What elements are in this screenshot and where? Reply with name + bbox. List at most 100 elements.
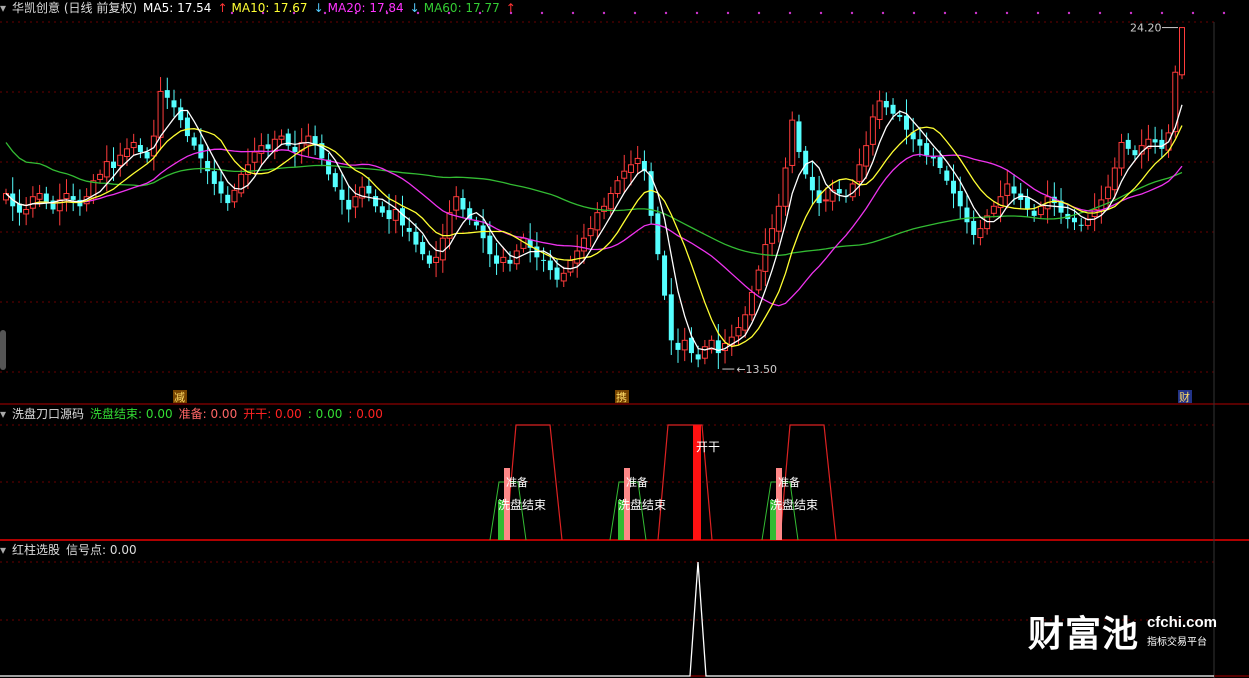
watermark: 财富池 cfchi.com 指标交易平台 <box>1028 608 1217 655</box>
top-dot-marker <box>664 11 668 15</box>
top-dot-marker <box>1067 11 1071 15</box>
top-dot-marker <box>695 11 699 15</box>
main-panel-header: ▾ 华凯创意 (日线 前复权) MA5: 17.54 ↑ MA10: 17.67 ↓ MA2… <box>0 0 526 16</box>
candle-body-up <box>755 269 762 291</box>
watermark-url: cfchi.com <box>1146 614 1217 631</box>
event-marker-label[interactable]: 减 <box>174 391 185 404</box>
candle-body-up <box>742 314 749 331</box>
candle-body-down <box>554 267 560 280</box>
candle-body-up <box>63 193 70 200</box>
candle-body-down <box>547 260 553 271</box>
wash-end-annotation: 洗盘结束 <box>770 497 818 512</box>
candle-body-down <box>218 181 224 194</box>
candle-body-up <box>587 228 594 237</box>
candle-body-up <box>876 100 883 120</box>
candle-body-up <box>607 193 614 210</box>
candle-body-down <box>715 340 721 354</box>
candle-body-up <box>36 193 43 200</box>
sub2-panel-header: ▾ 红柱选股 信号点: 0.00 <box>0 542 143 558</box>
candle-body-up <box>748 291 755 316</box>
candle-body-down <box>883 100 889 108</box>
candle-body-down <box>957 190 963 207</box>
candle-body-up <box>762 244 769 272</box>
top-dot-marker <box>1036 11 1040 15</box>
candle-body-up <box>769 228 776 244</box>
sub1-value-1: 准备: 0.00 <box>178 407 238 421</box>
chevron-down-icon[interactable]: ▾ <box>0 1 6 15</box>
wash-end-annotation: 洗盘结束 <box>618 497 666 512</box>
candle-body-up <box>150 135 157 157</box>
candle-body-up <box>782 167 789 207</box>
candle-body-up <box>97 173 104 180</box>
candle-body-up <box>863 145 870 167</box>
candle-body-down <box>695 354 701 360</box>
candle-body-up <box>433 256 440 263</box>
ma-legend-2: MA20: 17.84 <box>327 1 404 15</box>
candle-body-up <box>130 141 137 149</box>
candle-body-down <box>144 152 150 159</box>
candle-body-up <box>789 119 796 166</box>
candle-body-up <box>392 208 399 221</box>
candle-body-down <box>413 231 419 245</box>
sub1-panel-title: 洗盘刀口源码 <box>12 407 85 421</box>
candle-body-down <box>924 143 930 156</box>
chevron-down-icon[interactable]: ▾ <box>0 543 6 557</box>
candle-body-down <box>890 104 896 114</box>
candle-body-down <box>386 210 392 220</box>
candle-body-up <box>258 145 265 154</box>
ready-annotation: 准备 <box>506 475 528 489</box>
candle-body-down <box>339 189 345 200</box>
top-dot-marker <box>912 11 916 15</box>
candle-body-up <box>29 196 36 209</box>
top-dot-marker <box>1129 11 1133 15</box>
candle-body-down <box>796 121 802 153</box>
candle-body-up <box>305 135 312 146</box>
candle-body-up <box>822 199 829 202</box>
ma-arrow-icon: ↓ <box>409 1 420 15</box>
candle-body-up <box>869 116 876 145</box>
top-dot-marker <box>1160 11 1164 15</box>
top-dot-marker <box>974 11 978 15</box>
candle-body-up <box>1037 205 1044 216</box>
top-dot-marker <box>881 11 885 15</box>
candle-body-down <box>971 220 977 236</box>
scroll-handle[interactable] <box>0 330 6 370</box>
ma-arrow-icon: ↑ <box>505 1 516 15</box>
candle-body-up <box>775 205 782 232</box>
candle-body-down <box>137 145 143 153</box>
top-dot-marker <box>850 11 854 15</box>
candle-body-down <box>379 206 385 213</box>
event-marker-label[interactable]: 财 <box>1179 390 1190 404</box>
candle-body-up <box>681 339 688 351</box>
top-dot-marker <box>943 11 947 15</box>
kaigan-annotation: 开干 <box>696 440 720 454</box>
top-dot-marker <box>788 11 792 15</box>
candle-body-down <box>803 150 809 175</box>
candle-body-up <box>103 161 110 178</box>
top-dot-marker <box>819 11 823 15</box>
candle-body-down <box>903 115 909 130</box>
candle-body-down <box>184 117 190 137</box>
candle-body-down <box>897 115 903 117</box>
candle-body-up <box>352 196 359 208</box>
event-marker-label[interactable]: 携 <box>616 390 627 404</box>
candle-body-down <box>944 170 950 181</box>
candle-body-down <box>1078 224 1084 226</box>
ma-legend-0: MA5: 17.54 <box>143 1 212 15</box>
candle-body-up <box>594 212 601 231</box>
main-panel-title: 华凯创意 (日线 前复权) <box>12 1 138 15</box>
candle-body-up <box>1118 141 1125 169</box>
ma5-line <box>5 104 1183 352</box>
candle-body-up <box>238 173 245 194</box>
candle-body-down <box>917 139 923 146</box>
candle-body-down <box>211 171 217 184</box>
candle-body-down <box>373 196 379 207</box>
candle-body-up <box>567 260 574 273</box>
kline-chart[interactable]: 24.20 ←13.50 减 携 财准备洗盘结束 准备洗盘结束 准备洗盘结束 开干 <box>0 0 1249 678</box>
candle-body-up <box>977 228 984 239</box>
top-dot-marker <box>1098 11 1102 15</box>
chevron-down-icon[interactable]: ▾ <box>0 407 6 421</box>
ready-annotation: 准备 <box>626 475 648 489</box>
candle-body-down <box>675 342 681 350</box>
watermark-subtitle: 指标交易平台 <box>1146 637 1207 648</box>
